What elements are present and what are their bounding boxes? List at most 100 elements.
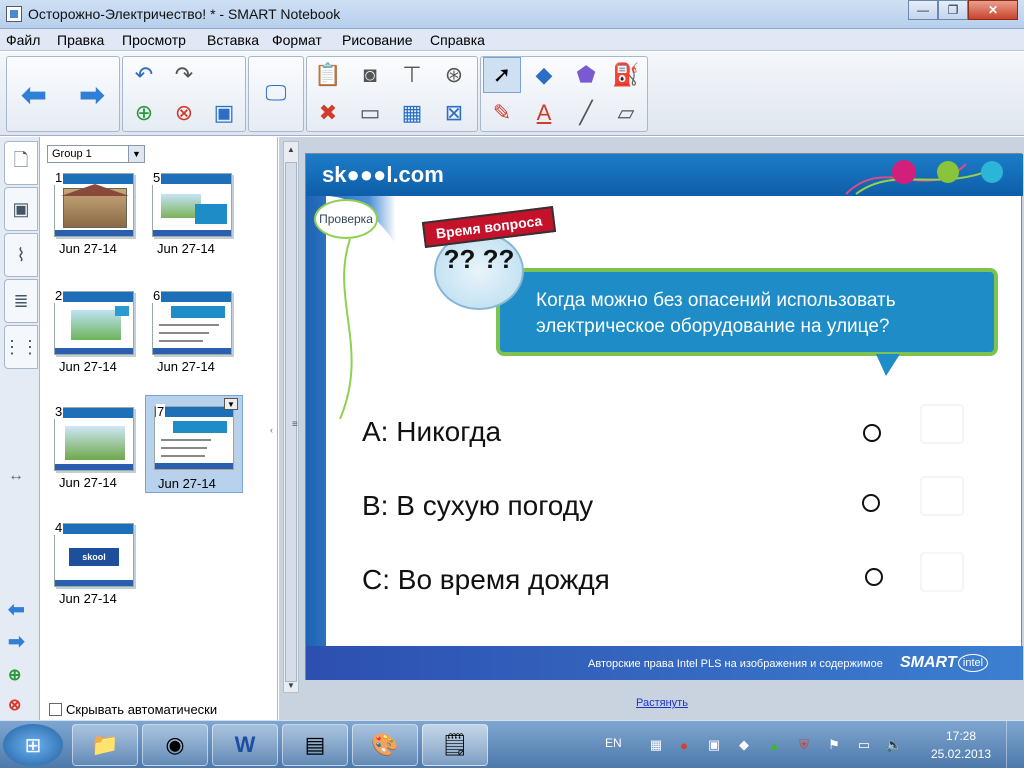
page-thumbnail-2[interactable]: 2 Jun 27-14 bbox=[49, 287, 139, 387]
next-page-button[interactable]: ➡ bbox=[73, 77, 111, 113]
save-button[interactable]: ▣ bbox=[205, 95, 243, 131]
screen-capture-button[interactable]: ◙ bbox=[351, 57, 389, 93]
page-thumbnail-7[interactable]: 7 ▼ Jun 27-14 bbox=[145, 395, 243, 493]
maximize-button[interactable]: ❐ bbox=[938, 0, 968, 20]
page-thumbnail-5[interactable]: 5 Jun 27-14 bbox=[147, 169, 237, 269]
notebook-page[interactable]: sk●●●l.com Проверка Время вопроса ?? ?? … bbox=[305, 153, 1023, 680]
autohide-option[interactable]: Скрывать автоматически bbox=[49, 702, 217, 717]
move-sidebar-icon[interactable]: ↔ bbox=[8, 467, 24, 485]
previous-page-small-button[interactable]: ⬅ bbox=[8, 597, 25, 622]
taskbar-document-camera[interactable]: ▤ bbox=[282, 724, 348, 766]
answer-a[interactable]: A: Никогда bbox=[362, 416, 501, 448]
fill-tool[interactable]: ⛽ bbox=[607, 57, 645, 93]
autohide-checkbox[interactable] bbox=[49, 703, 62, 716]
add-page-small-button[interactable]: ⊕ bbox=[8, 665, 21, 685]
tab-properties[interactable]: ≣ bbox=[4, 279, 38, 323]
next-page-small-button[interactable]: ➡ bbox=[8, 629, 25, 654]
show-hide-shade-button[interactable]: ▭ bbox=[351, 95, 389, 131]
insert-table-button[interactable]: ▦ bbox=[393, 95, 431, 131]
menu-help[interactable]: Справка bbox=[430, 32, 485, 48]
smart-logo: SMART bbox=[900, 654, 957, 671]
answer-c[interactable]: C: Во время дождя bbox=[362, 564, 610, 596]
scroll-up-icon[interactable]: ▲ bbox=[284, 142, 298, 156]
page-thumbnail-1[interactable]: 1 Jun 27-14 bbox=[49, 169, 139, 269]
taskbar-explorer[interactable]: 📁 bbox=[72, 724, 138, 766]
volume-icon[interactable]: 🔈 bbox=[886, 737, 902, 753]
page-thumbnail-3[interactable]: 3 Jun 27-14 bbox=[49, 403, 139, 503]
taskbar-paint[interactable]: 🎨 bbox=[352, 724, 418, 766]
taskbar-smart-notebook[interactable]: 🗒 bbox=[422, 724, 488, 766]
delete-page-small-button[interactable]: ⊗ bbox=[8, 695, 21, 715]
menu-insert[interactable]: Вставка bbox=[207, 32, 259, 48]
screen-shade-button[interactable]: 🖵 bbox=[257, 75, 295, 111]
undo-button[interactable]: ↶ bbox=[125, 57, 163, 93]
previous-page-button[interactable]: ⬅ bbox=[15, 77, 53, 113]
line-tool[interactable]: ╱ bbox=[567, 95, 605, 131]
document-camera-icon: ▤ bbox=[304, 732, 326, 757]
document-camera-button[interactable]: ⊤ bbox=[393, 57, 431, 93]
select-tool[interactable]: ➚ bbox=[483, 57, 521, 93]
answer-a-radio[interactable] bbox=[863, 424, 881, 442]
answer-c-radio[interactable] bbox=[865, 568, 883, 586]
eraser-shape-icon: ⬟ bbox=[576, 62, 596, 87]
object-group: 📋 ◙ ⊤ ⊛ ✖ ▭ ▦ ⊠ bbox=[306, 56, 478, 132]
add-page-button[interactable]: ⊕ bbox=[125, 95, 163, 131]
full-screen-button[interactable]: ⊠ bbox=[435, 95, 473, 131]
paint-bucket-icon: ⛽ bbox=[612, 62, 640, 87]
menu-edit[interactable]: Правка bbox=[57, 32, 104, 48]
display-icon[interactable]: ▭ bbox=[856, 737, 872, 753]
shield-icon[interactable]: ⛨ bbox=[796, 737, 812, 753]
tab-addons[interactable]: ⋮⋮ bbox=[3, 325, 39, 369]
page-preview bbox=[54, 291, 134, 355]
close-button[interactable]: ✕ bbox=[968, 0, 1018, 20]
show-desktop-button[interactable] bbox=[1006, 721, 1024, 768]
menu-file[interactable]: Файл bbox=[6, 32, 40, 48]
menu-draw[interactable]: Рисование bbox=[342, 32, 413, 48]
delete-button[interactable]: ✖ bbox=[309, 95, 347, 131]
flag-icon[interactable]: ⚑ bbox=[826, 737, 842, 753]
page-thumbnail-6[interactable]: 6 Jun 27-14 bbox=[147, 287, 237, 387]
shapes-tool[interactable]: ◆ bbox=[525, 57, 563, 93]
connection-icon[interactable]: ▣ bbox=[706, 737, 722, 753]
delete-page-button[interactable]: ⊗ bbox=[165, 95, 203, 131]
group-dropdown[interactable]: Group 1 ▼ bbox=[47, 145, 145, 163]
start-button[interactable]: ⊞ bbox=[3, 724, 63, 766]
menu-format[interactable]: Формат bbox=[272, 32, 322, 48]
splitter-handle-icon[interactable]: ‹ bbox=[270, 425, 273, 435]
page-date: Jun 27-14 bbox=[59, 359, 117, 374]
redo-button[interactable]: ↷ bbox=[165, 57, 203, 93]
shapes-icon: ◆ bbox=[535, 62, 553, 87]
magic-pen-tool[interactable]: ⬟ bbox=[567, 57, 605, 93]
taskbar-word[interactable]: W bbox=[212, 724, 278, 766]
eraser-tool[interactable]: ▱ bbox=[607, 95, 645, 131]
measurement-tools-button[interactable]: ⊛ bbox=[435, 57, 473, 93]
smart-notebook-app-icon[interactable] bbox=[6, 6, 22, 22]
paste-button[interactable]: 📋 bbox=[309, 57, 347, 93]
stretch-link[interactable]: Растянуть bbox=[636, 697, 688, 709]
text-tool[interactable]: A bbox=[525, 95, 563, 131]
vertical-scrollbar[interactable]: ▲ ▼ ≡ bbox=[283, 141, 299, 693]
answer-b-radio[interactable] bbox=[862, 494, 880, 512]
title-bar: Осторожно-Электричество! * - SMART Noteb… bbox=[0, 0, 1024, 29]
tray-app-icon[interactable]: ◆ bbox=[736, 737, 752, 753]
antivirus-icon[interactable]: ● bbox=[676, 737, 692, 753]
menu-view[interactable]: Просмотр bbox=[122, 32, 186, 48]
tab-page-sorter[interactable]: 🗋 bbox=[4, 141, 38, 185]
redo-icon: ↷ bbox=[174, 62, 194, 87]
tab-attachments[interactable]: ⌇ bbox=[4, 233, 38, 277]
word-icon: W bbox=[234, 732, 256, 757]
language-indicator[interactable]: EN bbox=[605, 736, 622, 750]
network-icon[interactable]: ▦ bbox=[648, 737, 664, 753]
pen-tool[interactable]: ✎ bbox=[483, 95, 521, 131]
page-menu-button[interactable]: ▼ bbox=[224, 398, 238, 410]
scroll-down-icon[interactable]: ▼ bbox=[284, 678, 298, 692]
answer-b[interactable]: B: В сухую погоду bbox=[362, 490, 593, 522]
page-thumbnail-4[interactable]: skool 4 Jun 27-14 bbox=[49, 519, 139, 619]
nvidia-icon[interactable]: ▲ bbox=[766, 737, 782, 753]
clock[interactable]: 17:28 25.02.2013 bbox=[930, 727, 992, 763]
minimize-button[interactable]: — bbox=[908, 0, 938, 20]
tab-gallery[interactable]: ▣ bbox=[4, 187, 38, 231]
screen-shade-icon: ▭ bbox=[359, 100, 381, 125]
check-button[interactable]: Проверка bbox=[314, 199, 378, 239]
taskbar-chrome[interactable]: ◉ bbox=[142, 724, 208, 766]
